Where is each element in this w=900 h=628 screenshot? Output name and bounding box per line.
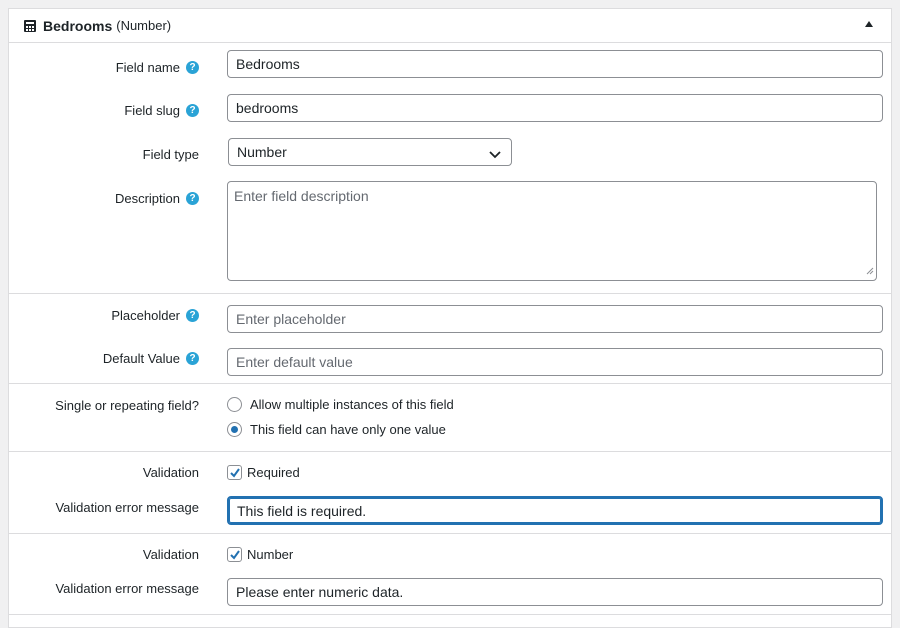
validation-number-section: Validation Number Validation error messa…: [9, 534, 891, 615]
help-icon[interactable]: ?: [186, 104, 199, 117]
checkmark-icon: [229, 467, 240, 478]
help-icon[interactable]: ?: [186, 309, 199, 322]
required-checkbox[interactable]: [227, 465, 242, 480]
basic-section: Field name ? Field slug ? Field type Num…: [9, 43, 891, 294]
description-textarea[interactable]: Enter field description: [227, 181, 877, 281]
chevron-down-icon: [489, 147, 501, 163]
number-checkbox-option[interactable]: Number: [227, 547, 293, 562]
field-name-label: Field name ?: [116, 60, 199, 75]
field-type-label: Field type: [142, 147, 199, 162]
placeholder-input[interactable]: [227, 305, 883, 333]
required-checkbox-label: Required: [247, 465, 300, 480]
field-slug-input[interactable]: [227, 94, 883, 122]
radio-multiple-label: Allow multiple instances of this field: [250, 397, 454, 412]
field-panel: Bedrooms (Number) Field name ? Field slu…: [8, 8, 892, 628]
help-icon[interactable]: ?: [186, 61, 199, 74]
triangle-up-icon[interactable]: [865, 21, 873, 27]
help-icon[interactable]: ?: [186, 192, 199, 205]
radio-multiple[interactable]: [227, 397, 242, 412]
field-type-select[interactable]: Number: [228, 138, 512, 166]
validation-required-section: Validation Required Validation error mes…: [9, 452, 891, 534]
radio-multiple-option[interactable]: Allow multiple instances of this field: [227, 397, 454, 412]
number-checkbox[interactable]: [227, 547, 242, 562]
validation-number-label: Validation: [142, 547, 199, 562]
default-value-label: Default Value ?: [103, 351, 199, 366]
required-checkbox-option[interactable]: Required: [227, 465, 300, 480]
number-checkbox-label: Number: [247, 547, 294, 562]
checkmark-icon: [229, 549, 240, 560]
default-value-input[interactable]: [227, 348, 883, 376]
panel-header[interactable]: Bedrooms (Number): [9, 9, 891, 43]
radio-single[interactable]: [227, 422, 242, 437]
defaults-section: Placeholder ? Default Value ?: [9, 294, 891, 384]
repeating-section: Single or repeating field? Allow multipl…: [9, 384, 891, 452]
panel-subtitle: (Number): [116, 18, 172, 33]
description-placeholder: Enter field description: [234, 188, 369, 204]
repeating-label: Single or repeating field?: [55, 398, 199, 413]
description-label: Description ?: [115, 191, 199, 206]
required-error-label: Validation error message: [55, 500, 199, 515]
number-error-input[interactable]: [227, 578, 883, 606]
field-name-input[interactable]: [227, 50, 883, 78]
field-slug-label: Field slug ?: [124, 103, 199, 118]
number-error-label: Validation error message: [55, 581, 199, 596]
placeholder-label: Placeholder ?: [111, 308, 199, 323]
resize-handle-icon[interactable]: [866, 262, 874, 278]
field-type-value: Number: [237, 144, 287, 160]
radio-single-label: This field can have only one value: [250, 422, 446, 437]
required-error-input[interactable]: [227, 496, 883, 525]
calculator-icon: [23, 19, 37, 33]
panel-title: Bedrooms: [43, 17, 113, 34]
help-icon[interactable]: ?: [186, 352, 199, 365]
validation-required-label: Validation: [142, 465, 199, 480]
radio-single-option[interactable]: This field can have only one value: [227, 422, 446, 437]
